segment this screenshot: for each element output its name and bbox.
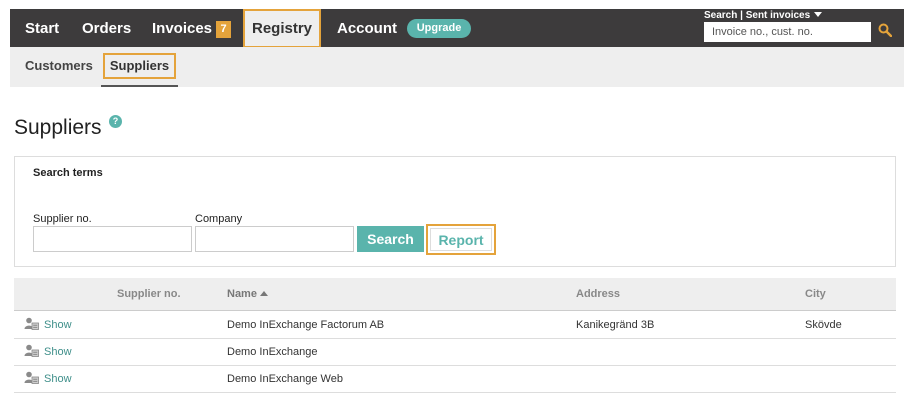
sort-up-icon: [259, 291, 268, 296]
show-link[interactable]: Show: [24, 366, 72, 393]
table-row: Show Demo InExchange Web: [14, 366, 896, 393]
table-row: Show Demo InExchange Factorum AB Kanikeg…: [14, 312, 896, 339]
caret-down-icon: [814, 12, 823, 17]
column-city[interactable]: City: [805, 278, 826, 311]
show-link[interactable]: Show: [24, 339, 72, 366]
show-link-label: Show: [44, 319, 72, 331]
top-navigation: Start Orders Invoices 7 Registry Account…: [10, 9, 904, 48]
cell-city: Skövde: [805, 319, 842, 331]
supplier-no-input[interactable]: [33, 226, 192, 252]
report-button-label: Report: [430, 228, 492, 251]
cell-name: Demo InExchange Factorum AB: [227, 319, 385, 331]
invoices-count-badge: 7: [216, 21, 231, 38]
column-supplier-no[interactable]: Supplier no.: [117, 278, 181, 311]
nav-registry[interactable]: Registry: [243, 9, 321, 48]
magnifier-icon[interactable]: [878, 23, 892, 37]
page-title: Suppliers: [14, 116, 102, 139]
cell-address: Kanikegränd 3B: [576, 319, 655, 331]
sub-navigation: Customers Suppliers: [10, 47, 904, 87]
column-address[interactable]: Address: [576, 278, 620, 311]
search-type-toggle[interactable]: Search | Sent invoices: [704, 10, 823, 21]
table-header: Supplier no. Name Address City: [14, 278, 896, 311]
company-label: Company: [195, 213, 243, 225]
supplier-no-label: Supplier no.: [33, 213, 92, 225]
user-card-icon: [24, 344, 39, 357]
subnav-suppliers[interactable]: Suppliers: [103, 53, 176, 79]
nav-start[interactable]: Start: [25, 9, 59, 47]
upgrade-button[interactable]: Upgrade: [407, 19, 471, 38]
table-row: Show Demo InExchange: [14, 339, 896, 366]
column-name-label: Name: [227, 288, 257, 300]
search-button[interactable]: Search: [357, 226, 424, 252]
column-name[interactable]: Name: [227, 278, 268, 311]
cell-name: Demo InExchange Web: [227, 373, 343, 385]
company-input[interactable]: [195, 226, 354, 252]
show-link-label: Show: [44, 346, 72, 358]
nav-account[interactable]: Account: [337, 9, 397, 47]
show-link[interactable]: Show: [24, 312, 72, 339]
search-terms-heading: Search terms: [33, 167, 103, 179]
subnav-customers[interactable]: Customers: [25, 47, 93, 85]
search-type-label: Search | Sent invoices: [704, 10, 811, 21]
report-button[interactable]: Report: [426, 224, 496, 255]
show-link-label: Show: [44, 373, 72, 385]
question-icon[interactable]: ?: [109, 115, 122, 128]
user-card-icon: [24, 371, 39, 384]
search-panel: Search terms Supplier no. Company Search…: [14, 156, 896, 267]
nav-orders[interactable]: Orders: [82, 9, 131, 47]
nav-invoices[interactable]: Invoices: [152, 9, 212, 47]
user-card-icon: [24, 317, 39, 330]
cell-name: Demo InExchange: [227, 346, 318, 358]
active-tab-underline: [101, 85, 178, 87]
quick-search-input[interactable]: [704, 22, 871, 42]
